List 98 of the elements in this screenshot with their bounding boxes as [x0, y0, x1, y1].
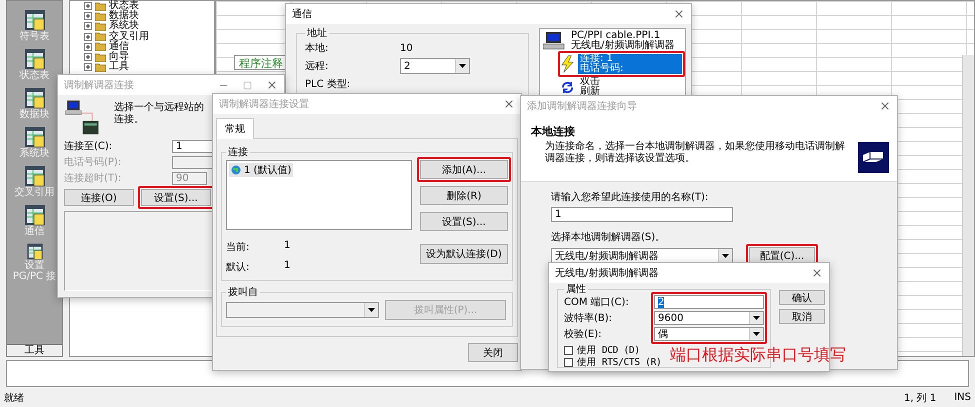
field-label: 电话号码(P): [64, 156, 122, 169]
field-label: 当前: [226, 240, 250, 254]
table-icon [24, 48, 46, 70]
list-item[interactable]: 1 (默认值) [229, 163, 294, 177]
field-label: 连接超时(T): [64, 172, 122, 185]
window-title: 通信 [292, 8, 312, 21]
checkbox-label: 使用 RTS/CTS (R) [577, 356, 662, 368]
field-value: 10 [400, 42, 414, 54]
tree-item[interactable]: 工具 [109, 62, 129, 72]
folder-icon [95, 12, 106, 21]
checkbox[interactable] [564, 358, 573, 366]
plus-box-icon[interactable] [84, 12, 92, 20]
field-label: 选择本地调制解调器(S)。 [551, 230, 666, 244]
close-icon[interactable] [266, 79, 278, 91]
tree-item[interactable]: 系统块 [109, 21, 139, 32]
input-field[interactable]: 1 [551, 207, 733, 222]
globe-icon [231, 165, 241, 175]
caret-icon [753, 316, 760, 320]
window-title: 调制解调器连接 [64, 78, 134, 92]
folder-icon [95, 52, 106, 62]
select-field[interactable]: 偶 [654, 327, 764, 341]
annotation-note: 端口根据实际串口号填写 [670, 345, 846, 366]
table-icon [24, 204, 46, 226]
close-icon[interactable] [811, 267, 823, 279]
field-label: 远程: [305, 60, 330, 73]
dialog-button[interactable]: 设置(S)... [420, 212, 508, 231]
table-icon [24, 165, 46, 187]
group-title: 属性 [565, 284, 587, 295]
tree-item[interactable]: 交叉引用 [109, 32, 149, 42]
field-value: 1 [284, 260, 292, 273]
caret-icon [722, 254, 729, 258]
wizard-description: 为连接命名，选择一台本地调制解调器，如果您使用移动电话调制解调器连接，则请选择该设置选项。 [544, 141, 846, 165]
group-title: 连接 [227, 147, 249, 158]
refresh-icon [561, 80, 574, 94]
scrollbar[interactable] [962, 55, 974, 356]
window-title: 添加调制解调器连接向导 [527, 100, 637, 113]
group-title: 地址 [306, 28, 328, 39]
field-label: COM 端口(C): [564, 296, 630, 309]
modem-dropdown[interactable]: 无线电/射频调制解调器 [551, 248, 733, 264]
close-icon[interactable] [879, 100, 891, 112]
checkbox-label: 使用 DCD (D) [577, 344, 640, 356]
plus-box-icon[interactable] [84, 22, 92, 30]
caret-icon [459, 64, 466, 68]
close-button[interactable]: 关闭 [468, 343, 518, 362]
folder-icon [95, 42, 106, 52]
plus-box-icon[interactable] [84, 2, 92, 10]
table-icon [24, 126, 46, 148]
field-label: 请输入您希望此连接使用的名称(T): [551, 190, 708, 204]
folder-icon [95, 32, 106, 42]
table-icon [24, 9, 46, 31]
computer-icon [543, 31, 565, 51]
sidebar-footer[interactable]: 工具 [7, 344, 62, 356]
folder-icon [95, 22, 106, 31]
caret-icon [368, 308, 375, 312]
dialog-button[interactable]: 删除(R) [420, 186, 508, 205]
field-label: 校验(E): [564, 328, 602, 341]
close-icon[interactable] [673, 8, 685, 20]
field-value: 1 [284, 240, 292, 253]
remote-address-dropdown[interactable]: 2 [400, 58, 470, 74]
wizard-heading: 本地连接 [531, 124, 576, 139]
field-label: 本地: [305, 42, 330, 55]
field-label: 波特率(B): [564, 312, 614, 325]
folder-icon [95, 62, 106, 72]
caret-icon [753, 332, 760, 336]
dialog-button[interactable]: 取消 [779, 309, 825, 324]
select-field[interactable]: 9600 [654, 311, 764, 325]
status-message: 就绪 [4, 392, 24, 404]
comment-label: 程序注释 [234, 55, 288, 70]
modem-icon [858, 142, 889, 173]
checkbox[interactable] [564, 346, 573, 354]
dialog-button[interactable]: 设为默认连接(D) [420, 244, 508, 264]
plus-box-icon[interactable] [84, 63, 92, 72]
dialog-button[interactable]: 添加(A)... [420, 160, 508, 179]
field-label: 连接至(C): [64, 140, 114, 153]
dialog-button[interactable]: 确认 [779, 290, 825, 305]
dialog-button[interactable]: 设置(S)... [141, 189, 211, 206]
computer-plc-drawing [64, 99, 100, 135]
folder-icon [95, 2, 106, 11]
input-field[interactable]: 2 [654, 295, 764, 309]
tree-item[interactable]: 向导 [109, 52, 129, 62]
insert-mode: INS [954, 392, 971, 403]
plus-box-icon[interactable] [84, 32, 92, 41]
tab[interactable]: 常规 [216, 118, 254, 139]
field-label: PLC 类型: [305, 78, 352, 91]
group-title: 拨叫自 [227, 287, 259, 298]
close-icon[interactable] [503, 98, 515, 110]
dialog-button[interactable]: 连接(O) [64, 189, 134, 206]
window-title: 调制解调器连接设置 [219, 98, 309, 111]
tree-item[interactable]: 通信 [109, 42, 129, 52]
plus-box-icon[interactable] [84, 53, 92, 62]
plus-box-icon[interactable] [84, 42, 92, 51]
tree-item[interactable]: PC/PPI cable.PPI.1 无线电/射频调制解调器 [569, 31, 682, 51]
cursor-position: 1, 列 1 [904, 392, 936, 404]
field-label: 默认: [226, 261, 250, 274]
window-title: 无线电/射频调制解调器 [555, 266, 658, 280]
table-icon [24, 87, 46, 109]
lightning-icon [561, 55, 574, 73]
prompt-text: 选择一个与远程站的连接。 [114, 102, 205, 126]
